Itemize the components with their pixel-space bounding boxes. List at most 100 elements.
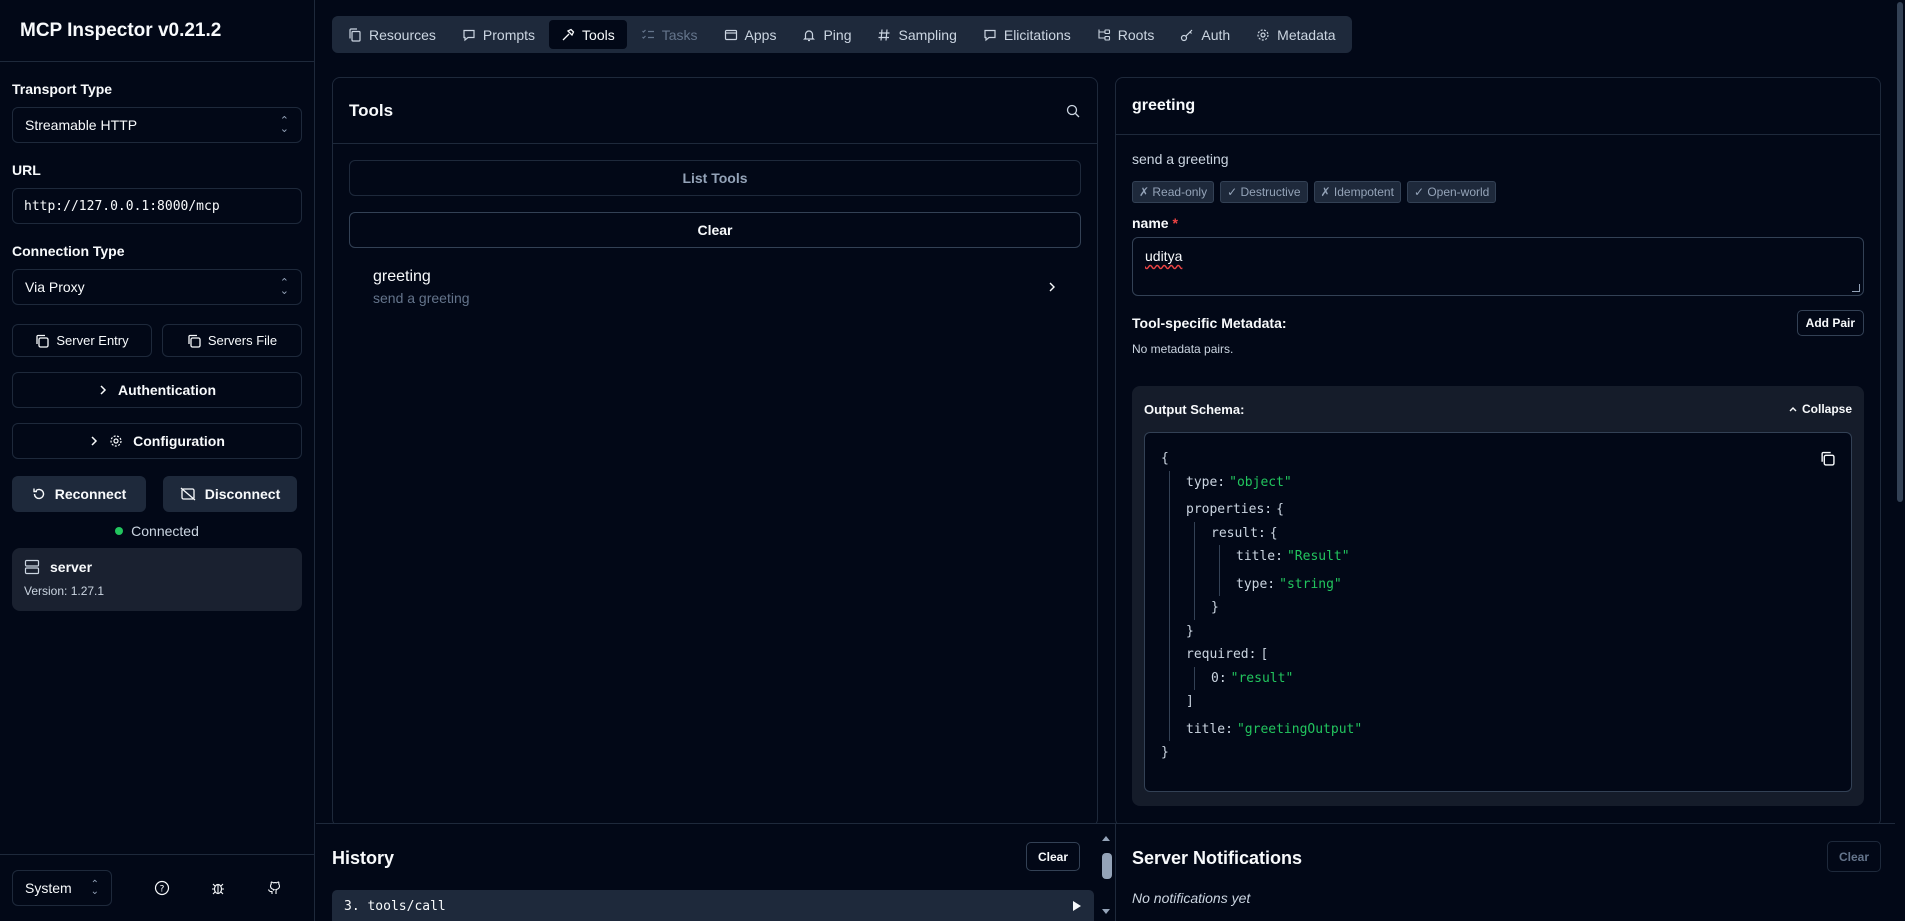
tab-ping[interactable]: Ping [790,20,863,49]
panel-divider[interactable] [1115,824,1116,921]
scroll-up-icon[interactable] [1098,833,1114,843]
notifications-clear-button[interactable]: Clear [1827,841,1881,872]
authentication-label: Authentication [118,382,216,398]
list-tools-button[interactable]: List Tools [349,160,1081,196]
tab-tools[interactable]: Tools [549,20,627,49]
server-icon [24,559,40,575]
notifications-title: Server Notifications [1132,848,1303,868]
read-only-badge: ✗ Read-only [1132,181,1215,203]
page-scrollbar[interactable] [1895,0,1905,921]
connection-type-value: Via Proxy [25,279,85,295]
collapse-button[interactable]: Collapse [1788,402,1852,416]
code-line: properties:{ [1186,498,1835,522]
server-entry-button[interactable]: Server Entry [12,324,152,357]
code-line: } [1161,741,1835,765]
server-info-card: server Version: 1.27.1 [12,548,302,611]
code-line: } [1186,620,1835,644]
url-input[interactable]: http://127.0.0.1:8000/mcp [12,188,302,224]
debug-button[interactable] [198,870,238,906]
tools-panel: Tools List Tools Clear greeting send a g… [332,77,1098,827]
name-value: uditya [1145,248,1183,264]
transport-type-value: Streamable HTTP [25,117,138,133]
tool-name: greeting [373,268,431,285]
bottom-panel: History Clear 3. tools/call Server Notif… [316,823,1905,921]
name-field-label: name * [1132,215,1864,231]
page-scroll-thumb[interactable] [1897,2,1903,502]
code-string: "greetingOutput" [1236,721,1363,737]
gear-icon [1257,28,1269,41]
code-key: type: [1186,474,1226,490]
code-line: title: "greetingOutput" [1186,718,1835,742]
code-key: 0: [1211,670,1227,686]
connection-type-label: Connection Type [12,243,125,259]
server-entry-label: Server Entry [56,333,129,348]
resize-handle[interactable] [1852,284,1860,292]
tab-elicitations[interactable]: Elicitations [971,20,1083,49]
tab-label: Auth [1201,26,1231,43]
idempotent-badge: ✗ Idempotent [1313,181,1401,203]
configuration-toggle[interactable]: Configuration [12,423,302,459]
code-line: required:[ [1186,643,1835,667]
servers-file-button[interactable]: Servers File [162,324,302,357]
tab-label: Elicitations [1003,26,1071,43]
connection-type-select[interactable]: Via Proxy ⌃ ⌄ [12,269,302,305]
chevron-right-icon [100,385,107,395]
copy-icon [188,334,201,348]
chevron-updown-icon: ⌃ ⌄ [279,277,289,297]
tab-tasks[interactable]: Tasks [629,20,710,49]
name-textarea[interactable]: uditya [1132,237,1864,296]
configuration-label: Configuration [133,433,225,449]
tool-detail-title: greeting [1116,78,1880,135]
tab-label: Apps [744,26,777,43]
reconnect-button[interactable]: Reconnect [12,476,146,512]
transport-type-select[interactable]: Streamable HTTP ⌃ ⌄ [12,107,302,143]
add-pair-button[interactable]: Add Pair [1796,310,1864,336]
main-tabs: Resources Prompts Tools Tasks Apps Ping … [332,16,1352,53]
code-key: properties: [1186,502,1273,518]
annotation-badges: ✗ Read-only ✓ Destructive ✗ Idempotent ✓… [1132,181,1864,203]
scroll-thumb[interactable] [1102,853,1112,879]
tab-label: Roots [1117,26,1155,43]
tab-metadata[interactable]: Metadata [1244,20,1347,49]
code-line: type: "object" [1186,471,1835,495]
search-icon[interactable] [1065,103,1081,119]
code-punct: ] [1186,694,1194,710]
tab-sampling[interactable]: Sampling [865,20,968,49]
theme-select[interactable]: System ⌃ ⌄ [12,870,112,906]
collapse-label: Collapse [1801,402,1852,416]
help-button[interactable]: ? [142,870,182,906]
clear-tools-button[interactable]: Clear [349,212,1081,248]
authentication-toggle[interactable]: Authentication [12,372,302,408]
tools-panel-title: Tools [349,100,394,120]
history-item-label: 3. tools/call [344,898,446,914]
history-item[interactable]: 3. tools/call [332,890,1094,921]
tab-label: Metadata [1277,26,1336,43]
code-punct: } [1161,745,1169,761]
list-checks-icon [641,29,654,39]
message-icon [463,29,475,41]
disconnect-label: Disconnect [204,486,281,502]
disconnect-button[interactable]: Disconnect [163,476,297,512]
github-icon [268,881,281,894]
list-item[interactable]: greeting send a greeting [349,264,1081,310]
tab-resources[interactable]: Resources [336,20,448,49]
hammer-icon [562,28,575,40]
code-line: ] [1186,690,1835,714]
scroll-down-icon[interactable] [1098,907,1114,917]
history-scrollbar[interactable] [1098,829,1114,917]
tool-detail-description: send a greeting [1132,151,1229,167]
tab-prompts[interactable]: Prompts [450,20,547,49]
tab-auth[interactable]: Auth [1168,20,1242,49]
tab-apps[interactable]: Apps [712,20,789,49]
code-punct: [ [1260,647,1269,663]
history-clear-button[interactable]: Clear [1026,842,1080,871]
code-punct: { [1276,502,1284,518]
notifications-empty-text: No notifications yet [1132,890,1251,906]
required-marker: * [1172,215,1178,231]
github-button[interactable] [254,870,294,906]
hash-icon [878,28,890,41]
tab-roots[interactable]: Roots [1085,20,1167,49]
open-world-badge: ✓ Open-world [1406,181,1497,203]
message-square-icon [984,29,996,41]
tab-label: Tasks [661,26,698,43]
